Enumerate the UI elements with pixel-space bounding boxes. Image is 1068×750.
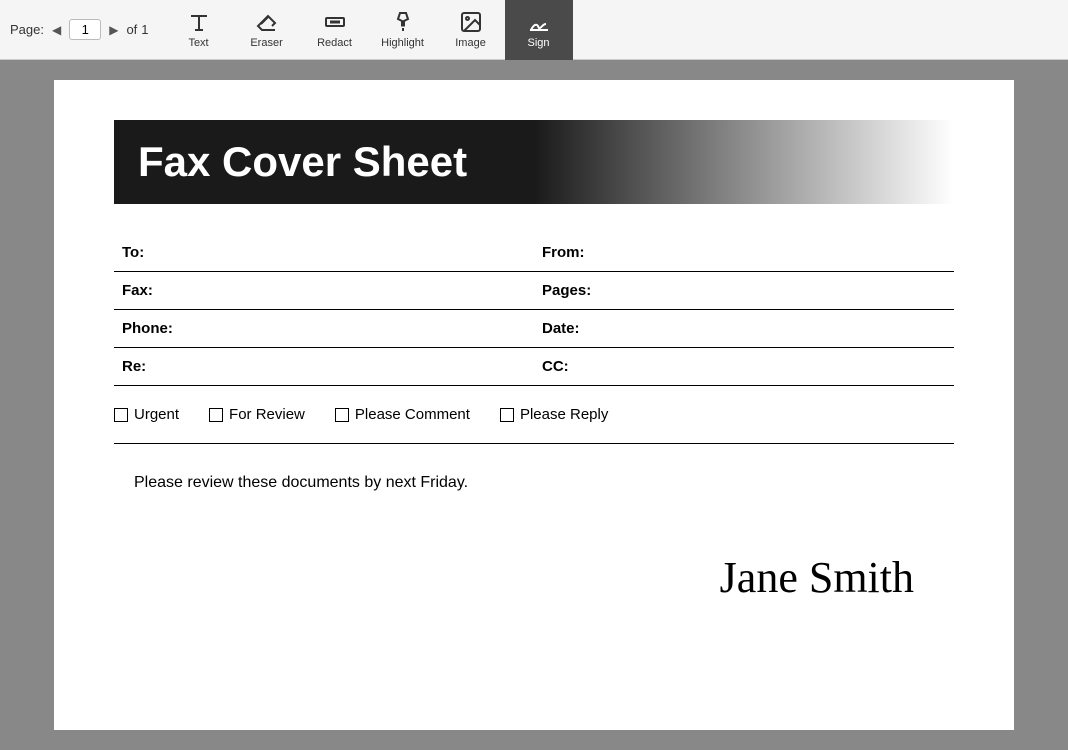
highlight-icon [391,10,415,34]
highlight-tool-label: Highlight [381,37,424,49]
phone-field: Phone: [114,310,534,348]
re-label: Re: [122,358,146,375]
redact-tool-label: Redact [317,37,352,49]
fax-field: Fax: [114,272,534,310]
re-field: Re: [114,348,534,386]
date-label: Date: [542,320,580,337]
section-divider [114,443,954,444]
phone-label: Phone: [122,320,173,337]
fax-label: Fax: [122,282,153,299]
document-title: Fax Cover Sheet [138,138,930,186]
pages-field: Pages: [534,272,954,310]
sign-icon [527,10,551,34]
form-row-re-cc: Re: CC: [114,348,954,386]
please-comment-checkbox-item[interactable]: Please Comment [335,406,470,423]
redact-tool-button[interactable]: Redact [301,0,369,60]
toolbar: Page: ◀ ▶ of 1 Text Eraser Redact [0,0,1068,60]
form-row-fax-pages: Fax: Pages: [114,272,954,310]
please-reply-label: Please Reply [520,406,608,423]
eraser-tool-button[interactable]: Eraser [233,0,301,60]
please-reply-checkbox-item[interactable]: Please Reply [500,406,608,423]
from-field: From: [534,234,954,272]
from-label: From: [542,244,585,261]
signature: Jane Smith [114,552,954,603]
image-tool-button[interactable]: Image [437,0,505,60]
page-next-button[interactable]: ▶ [105,21,122,39]
form-fields: To: From: Fax: Pages: Phone: Dat [114,234,954,386]
urgent-checkbox[interactable] [114,408,128,422]
text-tool-label: Text [188,37,208,49]
date-field: Date: [534,310,954,348]
cc-label: CC: [542,358,569,375]
please-reply-checkbox[interactable] [500,408,514,422]
page-label: Page: [10,22,44,37]
cc-field: CC: [534,348,954,386]
please-comment-label: Please Comment [355,406,470,423]
to-field: To: [114,234,534,272]
urgent-checkbox-item[interactable]: Urgent [114,406,179,423]
page-navigation: Page: ◀ ▶ of 1 [10,19,149,40]
highlight-tool-button[interactable]: Highlight [369,0,437,60]
pages-label: Pages: [542,282,591,299]
redact-icon [323,10,347,34]
text-icon [187,10,211,34]
urgent-label: Urgent [134,406,179,423]
image-tool-label: Image [455,37,486,49]
sign-tool-label: Sign [528,37,550,49]
eraser-icon [255,10,279,34]
for-review-label: For Review [229,406,305,423]
eraser-tool-label: Eraser [250,37,282,49]
page-prev-button[interactable]: ◀ [48,21,65,39]
form-row-to-from: To: From: [114,234,954,272]
message-body: Please review these documents by next Fr… [114,474,954,492]
for-review-checkbox[interactable] [209,408,223,422]
text-tool-button[interactable]: Text [165,0,233,60]
main-content: Fax Cover Sheet To: From: Fax: Pages: [0,60,1068,750]
document: Fax Cover Sheet To: From: Fax: Pages: [54,80,1014,730]
page-separator: of [126,22,137,37]
fax-header: Fax Cover Sheet [114,120,954,204]
checkboxes-row: Urgent For Review Please Comment Please … [114,406,954,423]
form-row-phone-date: Phone: Date: [114,310,954,348]
for-review-checkbox-item[interactable]: For Review [209,406,305,423]
to-label: To: [122,244,144,261]
sign-tool-button[interactable]: Sign [505,0,573,60]
page-total: 1 [141,22,148,37]
page-number-input[interactable] [69,19,101,40]
please-comment-checkbox[interactable] [335,408,349,422]
image-icon [459,10,483,34]
